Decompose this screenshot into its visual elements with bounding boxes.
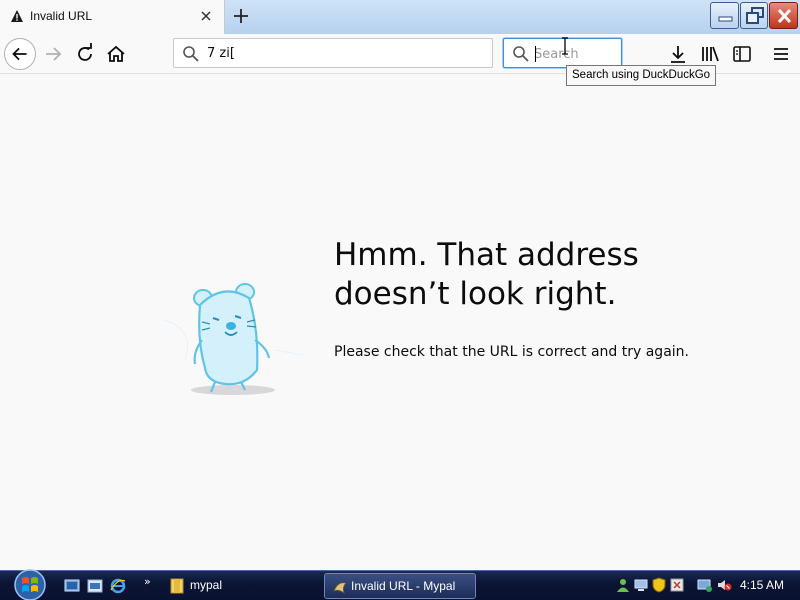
search-input[interactable] xyxy=(534,45,614,63)
restore-button[interactable] xyxy=(740,2,768,29)
taskbar-window-invalid-url[interactable]: Invalid URL - Mypal xyxy=(324,573,476,599)
taskbar-window-label: Invalid URL - Mypal xyxy=(351,579,456,593)
warning-icon xyxy=(11,10,23,22)
taskbar-folder-mypal[interactable]: mypal xyxy=(168,574,278,598)
show-desktop-icon[interactable] xyxy=(64,578,80,594)
tab-invalid-url[interactable]: Invalid URL xyxy=(0,0,225,34)
taskbar: » mypal Invalid URL - Mypal 4:15 AM xyxy=(0,568,800,600)
internet-explorer-icon[interactable] xyxy=(110,578,126,594)
folder-icon xyxy=(170,578,184,594)
close-tab-icon[interactable] xyxy=(199,9,213,23)
url-input-value[interactable]: 7 zi[ xyxy=(207,46,235,61)
confused-creature-illustration xyxy=(164,283,304,395)
ibeam-cursor-icon xyxy=(562,37,568,55)
forward-arrow-icon[interactable] xyxy=(39,39,69,69)
address-bar[interactable]: 7 zi[ xyxy=(173,38,493,68)
restore-icon xyxy=(746,7,764,24)
reload-icon[interactable] xyxy=(70,39,100,69)
flag-tray-icon[interactable] xyxy=(669,577,685,593)
minimize-button[interactable] xyxy=(710,2,739,29)
taskbar-folder-label: mypal xyxy=(190,578,223,592)
start-button-windows-icon[interactable] xyxy=(10,568,50,600)
volume-muted-icon[interactable] xyxy=(716,577,732,593)
security-shield-icon[interactable] xyxy=(651,577,667,593)
switch-windows-icon[interactable] xyxy=(87,578,103,594)
search-tooltip: Search using DuckDuckGo xyxy=(566,65,717,86)
tab-title: Invalid URL xyxy=(30,9,93,23)
close-window-button[interactable] xyxy=(769,2,798,29)
search-icon xyxy=(183,46,199,62)
search-icon xyxy=(513,46,529,62)
minimize-icon xyxy=(718,16,733,22)
download-icon[interactable] xyxy=(667,43,689,65)
error-title: Hmm. That address doesn’t look right. xyxy=(334,237,639,312)
display-tray-icon[interactable] xyxy=(697,577,713,593)
library-icon[interactable] xyxy=(699,43,721,65)
back-arrow-icon[interactable] xyxy=(4,38,36,70)
new-tab-icon[interactable] xyxy=(230,5,252,27)
network-tray-icon[interactable] xyxy=(633,577,649,593)
taskbar-clock: 4:15 AM xyxy=(740,578,785,592)
home-icon[interactable] xyxy=(101,39,131,69)
sidebar-toggle-icon[interactable] xyxy=(731,43,753,65)
users-tray-icon[interactable] xyxy=(615,577,631,593)
mypal-app-icon xyxy=(333,582,347,595)
hamburger-menu-icon[interactable] xyxy=(770,43,792,65)
tab-strip: Invalid URL xyxy=(0,0,800,34)
error-description: Please check that the URL is correct and… xyxy=(334,344,689,360)
text-caret xyxy=(535,46,536,62)
close-icon xyxy=(777,8,792,24)
quicklaunch-overflow[interactable]: » xyxy=(144,575,151,588)
